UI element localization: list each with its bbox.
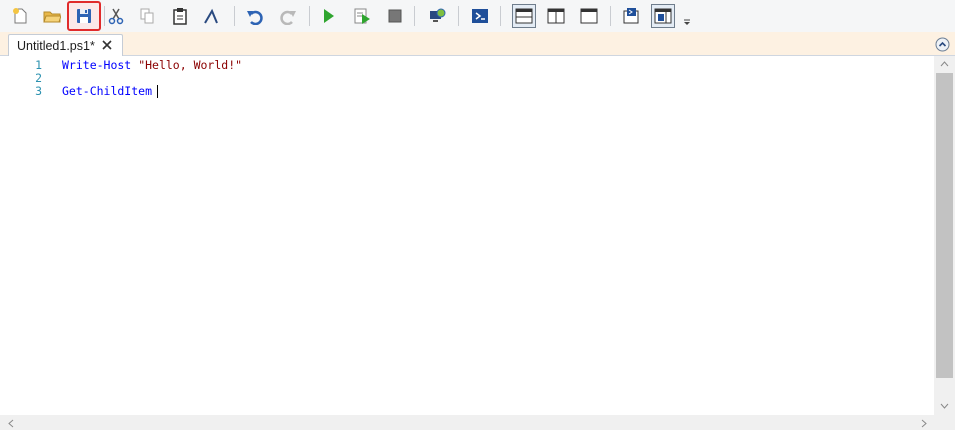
- clear-console-button[interactable]: [199, 4, 223, 28]
- show-script-pane-right-icon: [547, 8, 565, 24]
- script-pane-right-button[interactable]: [544, 4, 568, 28]
- toolbar-separator: [500, 6, 501, 26]
- script-pane-maximized-button[interactable]: [577, 4, 601, 28]
- save-button[interactable]: [67, 1, 101, 31]
- tab-untitled1[interactable]: Untitled1.ps1*: [8, 34, 123, 57]
- text-caret: [157, 85, 158, 98]
- script-pane-top-button[interactable]: [512, 4, 536, 28]
- toolbar-separator: [309, 6, 310, 26]
- line-number: 3: [35, 84, 42, 98]
- show-commands-addon-button[interactable]: [651, 4, 675, 28]
- start-powershell-button[interactable]: [468, 4, 492, 28]
- toolbar-separator: [610, 6, 611, 26]
- scroll-left-icon[interactable]: [8, 419, 14, 428]
- paste-icon: [173, 8, 187, 25]
- scroll-down-icon[interactable]: [940, 403, 949, 409]
- run-selection-icon: [354, 8, 370, 24]
- code-line[interactable]: Get-ChildItem: [62, 85, 152, 98]
- redo-icon: [280, 10, 296, 25]
- script-tab-strip: Untitled1.ps1*: [0, 32, 955, 57]
- scroll-up-icon[interactable]: [940, 61, 949, 67]
- open-folder-icon: [43, 11, 61, 23]
- copy-icon: [140, 8, 154, 24]
- script-editor[interactable]: 1 Write-Host "Hello, World!" 2 3 Get-Chi…: [0, 56, 934, 415]
- code-token: Get-ChildItem: [62, 84, 153, 98]
- save-icon: [77, 9, 91, 23]
- paste-button[interactable]: [168, 4, 192, 28]
- run-script-button[interactable]: [316, 4, 340, 28]
- scroll-right-icon[interactable]: [921, 419, 927, 428]
- horizontal-scrollbar[interactable]: [0, 415, 955, 430]
- cut-icon: [108, 8, 124, 25]
- clear-console-icon: [204, 8, 218, 24]
- code-token: Write-Host: [62, 58, 132, 72]
- redo-button[interactable]: [276, 4, 300, 28]
- show-script-pane-top-icon: [515, 8, 533, 24]
- new-script-icon: [13, 8, 27, 24]
- toolbar-separator: [458, 6, 459, 26]
- toolbar-separator: [414, 6, 415, 26]
- undo-icon: [247, 10, 263, 25]
- code-line[interactable]: Write-Host "Hello, World!": [62, 59, 242, 72]
- stop-button[interactable]: [383, 4, 407, 28]
- show-commands-icon: [623, 8, 639, 24]
- cut-button[interactable]: [104, 4, 128, 28]
- toolbar-overflow-icon[interactable]: [683, 15, 691, 27]
- tab-label: Untitled1.ps1*: [17, 39, 95, 53]
- vertical-scrollbar[interactable]: [934, 56, 955, 415]
- run-selection-button[interactable]: [350, 4, 374, 28]
- show-commands-button[interactable]: [619, 4, 643, 28]
- start-powershell-icon: [472, 9, 488, 23]
- close-icon[interactable]: [101, 39, 113, 51]
- undo-button[interactable]: [243, 4, 267, 28]
- stop-icon: [388, 9, 402, 23]
- vertical-scroll-thumb[interactable]: [936, 73, 953, 378]
- toolbar-separator: [234, 6, 235, 26]
- toolbar: [0, 0, 955, 32]
- show-commands-addon-icon: [654, 8, 672, 24]
- show-script-pane-maximized-icon: [580, 8, 598, 24]
- collapse-pane-icon[interactable]: [935, 37, 950, 52]
- copy-button[interactable]: [135, 4, 159, 28]
- new-remote-tab-button[interactable]: [425, 4, 449, 28]
- run-script-icon: [324, 9, 334, 23]
- new-script-button[interactable]: [8, 4, 32, 28]
- new-remote-tab-icon: [430, 8, 446, 22]
- code-token: "Hello, World!": [138, 58, 243, 72]
- open-button[interactable]: [40, 4, 64, 28]
